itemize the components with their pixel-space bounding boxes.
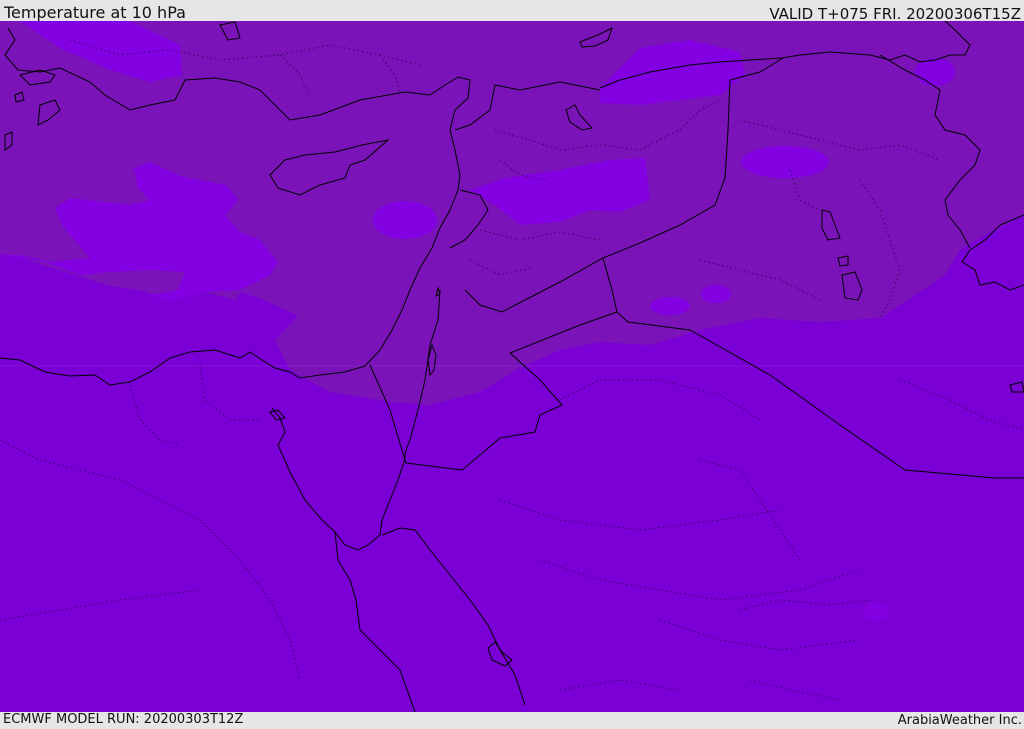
map-canvas[interactable]: [0, 21, 1024, 712]
map-title: Temperature at 10 hPa: [4, 3, 186, 22]
cool-patch-iraq: [741, 146, 829, 178]
credit-label: ArabiaWeather Inc.: [897, 713, 1022, 728]
cool-patch-small-1: [650, 297, 690, 315]
footer-bar: ECMWF MODEL RUN: 20200303T12Z ArabiaWeat…: [0, 712, 1024, 729]
cool-patch-cyprus-south: [373, 201, 437, 239]
header-bar: Temperature at 10 hPa VALID T+075 FRI. 2…: [0, 0, 1024, 23]
cool-patch-saudi: [864, 603, 888, 621]
cool-patch-small-2: [701, 285, 731, 303]
model-run-label: ECMWF MODEL RUN: 20200303T12Z: [3, 712, 244, 727]
